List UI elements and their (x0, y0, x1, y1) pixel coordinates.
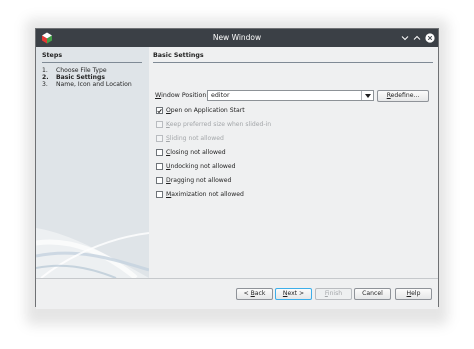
back-button[interactable]: < Back (236, 288, 273, 300)
button-bar: < Back Next > Finish Cancel Help (36, 278, 438, 309)
basic-settings-heading: Basic Settings (153, 52, 433, 63)
steps-heading: Steps (42, 52, 142, 63)
checkbox-box (156, 135, 163, 142)
undocking-not-allowed-checkbox[interactable]: Undocking not allowed (156, 162, 236, 171)
checkbox-box[interactable] (156, 149, 163, 156)
step-item-current: 2. Basic Settings (42, 74, 105, 81)
cancel-button[interactable]: Cancel (354, 288, 391, 300)
checkbox-box[interactable] (156, 107, 163, 114)
dragging-not-allowed-checkbox[interactable]: Dragging not allowed (156, 176, 231, 185)
decorative-swirl-image (36, 228, 149, 278)
sliding-not-allowed-checkbox: Sliding not allowed (156, 134, 224, 143)
checkbox-box[interactable] (156, 191, 163, 198)
new-window-dialog: New Window Steps 1. Choose File Type 2. Ba… (35, 28, 439, 309)
close-icon[interactable] (423, 31, 437, 45)
checkbox-box[interactable] (156, 163, 163, 170)
steps-panel: Steps 1. Choose File Type 2. Basic Setting… (36, 47, 149, 278)
dropdown-arrow-icon[interactable] (361, 91, 373, 100)
maximization-not-allowed-checkbox[interactable]: Maximization not allowed (156, 190, 244, 199)
maximize-chevron-up-icon[interactable] (410, 31, 424, 45)
next-button[interactable]: Next > (275, 288, 312, 300)
check-mark-icon (157, 108, 162, 113)
open-on-start-checkbox[interactable]: Open on Application Start (156, 106, 245, 115)
closing-not-allowed-checkbox[interactable]: Closing not allowed (156, 148, 226, 157)
window-position-value: editor (211, 92, 230, 99)
keep-preferred-size-checkbox: Keep preferred size when slided-in (156, 120, 271, 129)
redefine-button[interactable]: Redefine... (377, 90, 429, 102)
window-position-combobox[interactable]: editor (207, 90, 374, 101)
title-bar[interactable]: New Window (36, 29, 438, 47)
help-button[interactable]: Help (395, 288, 432, 300)
window-title: New Window (212, 33, 262, 42)
dialog-content: Steps 1. Choose File Type 2. Basic Setting… (36, 47, 438, 309)
basic-settings-panel: Basic Settings Window Position : editor … (149, 47, 438, 278)
step-item: 1. Choose File Type (42, 67, 107, 74)
step-item: 3. Name, Icon and Location (42, 81, 132, 88)
checkbox-box[interactable] (156, 177, 163, 184)
checkbox-box (156, 121, 163, 128)
window-position-label: Window Position : (155, 92, 211, 99)
finish-button: Finish (315, 288, 352, 300)
